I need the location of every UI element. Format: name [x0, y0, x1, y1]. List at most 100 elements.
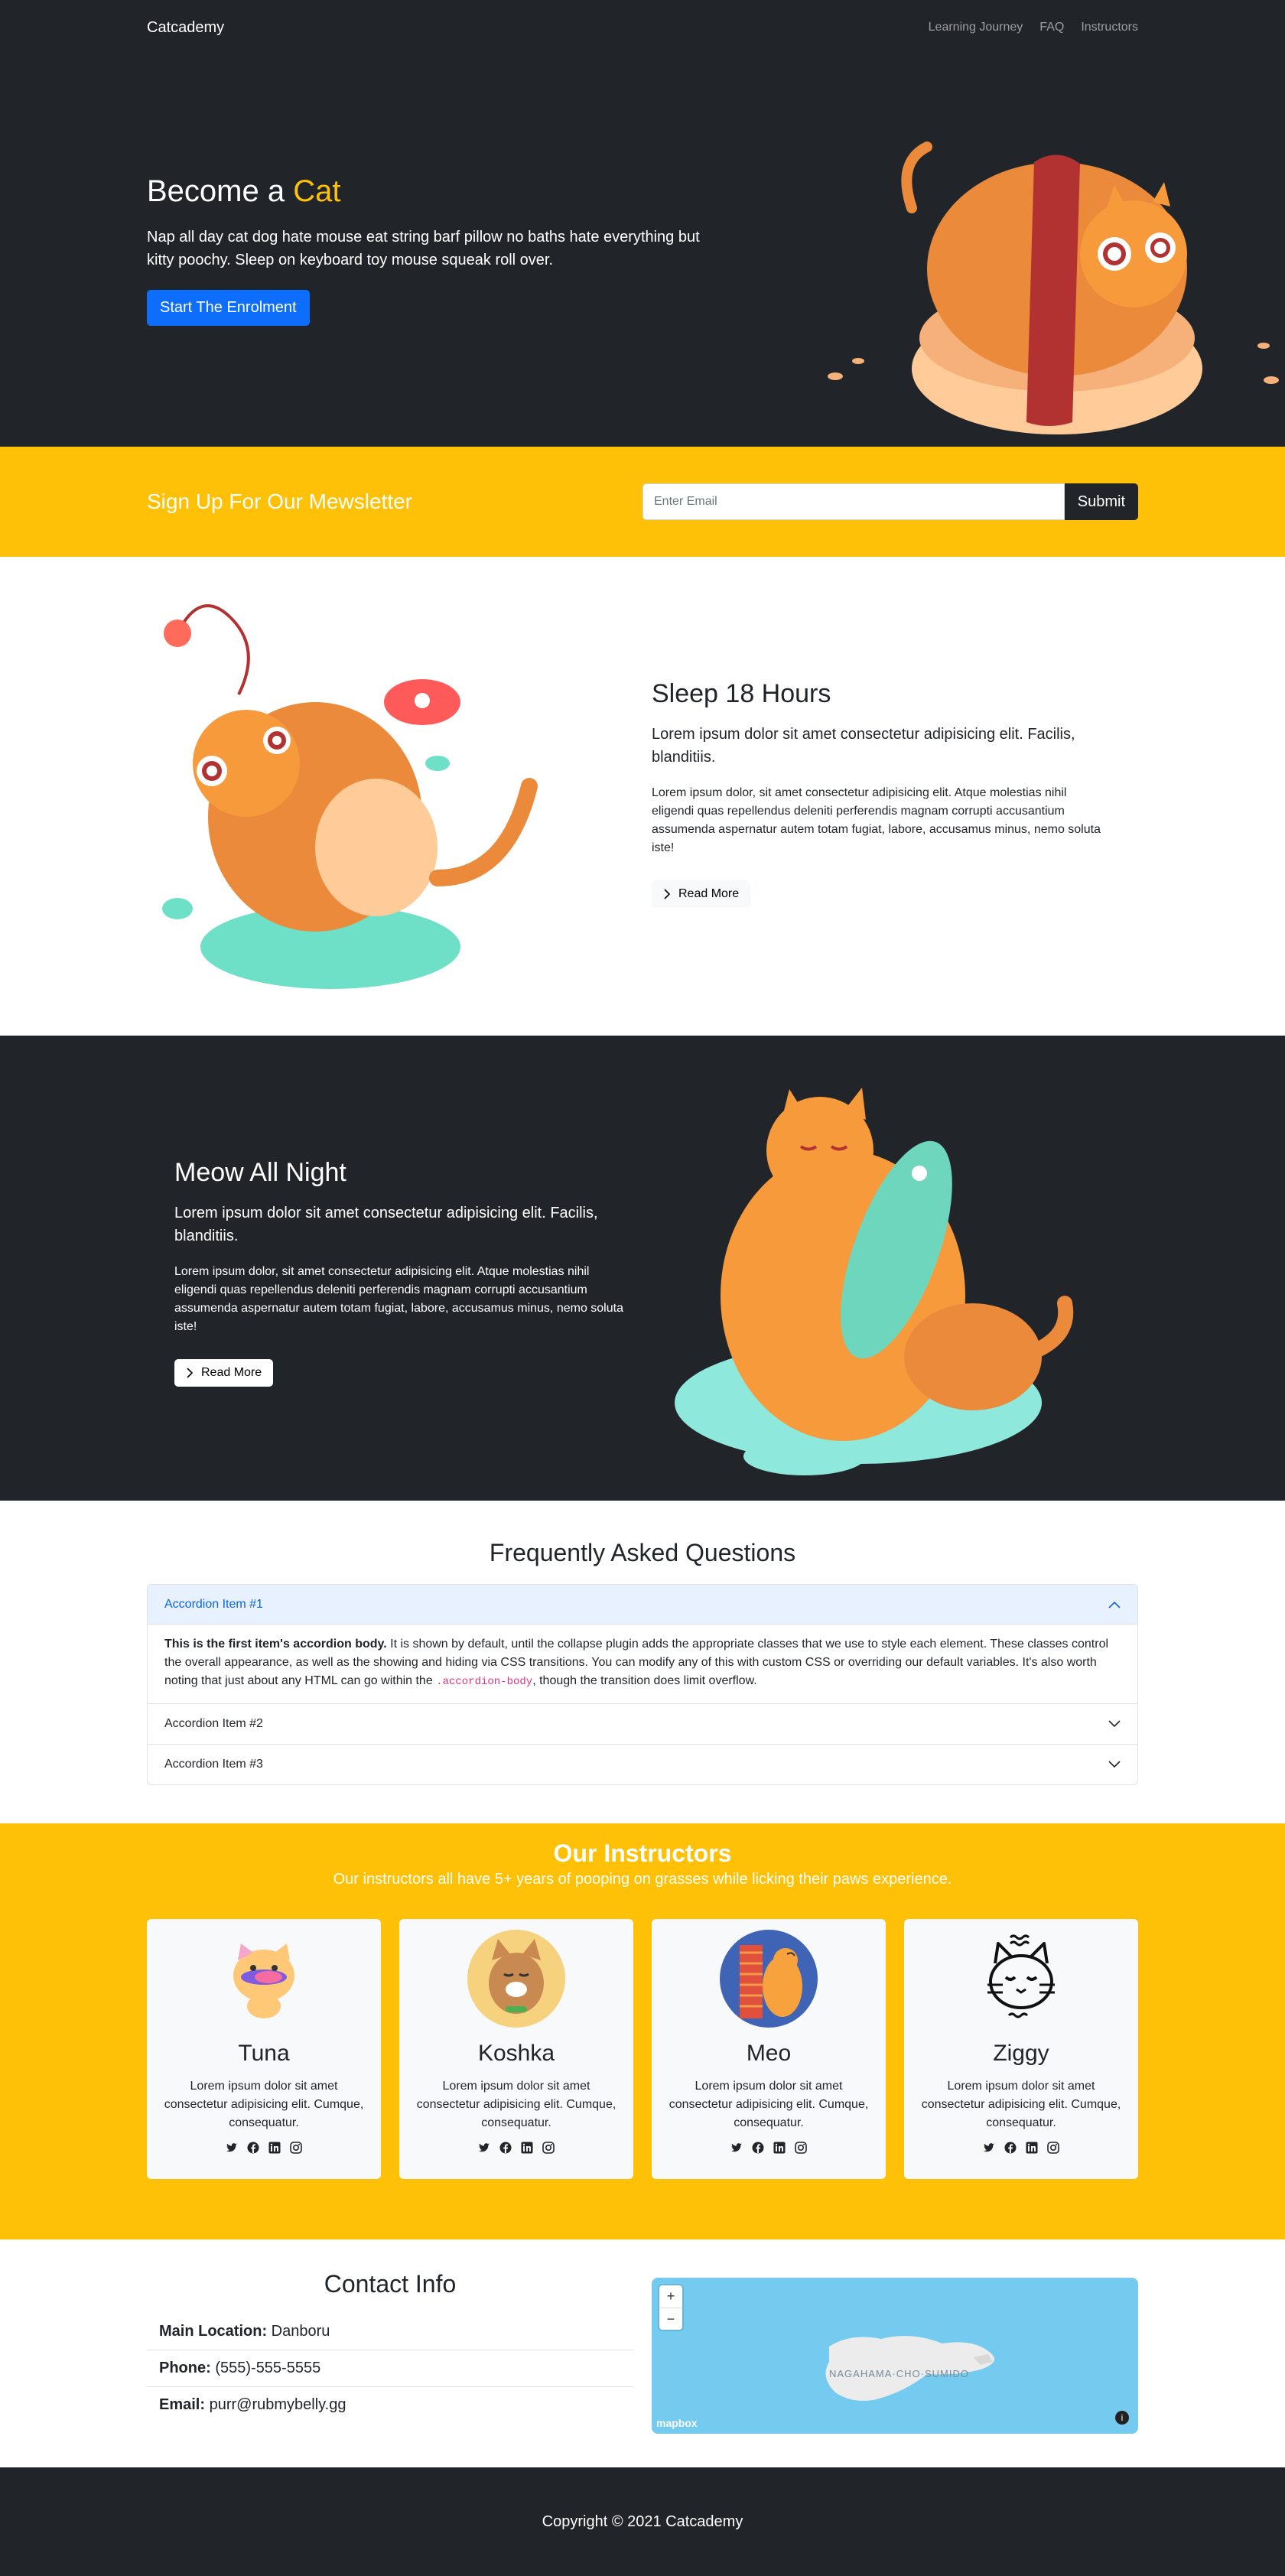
- feature-meow-section: Meow All Night Lorem ipsum dolor sit ame…: [0, 1036, 1285, 1501]
- read-more-label: Read More: [201, 1366, 262, 1379]
- accordion-label: Accordion Item #2: [164, 1717, 263, 1730]
- zoom-in-button[interactable]: +: [659, 2285, 682, 2308]
- accordion-header-2[interactable]: Accordion Item #2: [148, 1704, 1137, 1744]
- mapbox-logo[interactable]: mapbox: [656, 2417, 698, 2429]
- instagram-icon[interactable]: [542, 2142, 555, 2154]
- newsletter-form: Enter Email Submit: [642, 483, 1138, 520]
- nav-link-learning-journey[interactable]: Learning Journey: [929, 21, 1023, 34]
- cat-fish-illustration: [675, 1088, 1074, 1475]
- feature-sleep-section: Sleep 18 Hours Lorem ipsum dolor sit ame…: [0, 557, 1285, 1036]
- chevron-up-icon: [1108, 1601, 1121, 1608]
- contact-location: Main Location: Danboru: [159, 2323, 330, 2340]
- footer: Copyright © 2021 Catcademy: [0, 2467, 1285, 2576]
- nav-link-instructors[interactable]: Instructors: [1081, 21, 1138, 34]
- avatar: [233, 1943, 294, 2018]
- nav-links: Learning Journey FAQ Instructors: [929, 21, 1138, 34]
- instructor-card: Koshka Lorem ipsum dolor sit amet consec…: [399, 1919, 633, 2179]
- accordion-header-1[interactable]: Accordion Item #1: [148, 1585, 1137, 1625]
- facebook-icon[interactable]: [752, 2142, 764, 2154]
- hero-section: Become a Cat Nap all day cat dog hate mo…: [0, 55, 1285, 447]
- instructor-bio: Lorem ipsum dolor sit amet consectetur a…: [164, 2080, 364, 2129]
- instructors-section: Our Instructors Our instructors all have…: [0, 1823, 1285, 2239]
- hero-lead: Nap all day cat dog hate mouse eat strin…: [147, 229, 700, 268]
- cat-sushi-illustration: [828, 141, 1279, 434]
- instructor-bio: Lorem ipsum dolor sit amet consectetur a…: [669, 2080, 869, 2129]
- instructor-card: Ziggy Lorem ipsum dolor sit amet consect…: [904, 1919, 1138, 2179]
- instructor-name: Meo: [746, 2041, 792, 2066]
- instructor-card: Tuna Lorem ipsum dolor sit amet consecte…: [147, 1919, 381, 2179]
- facebook-icon[interactable]: [247, 2142, 259, 2154]
- linkedin-icon[interactable]: [268, 2142, 281, 2154]
- copyright-text: Copyright © 2021 Catcademy: [542, 2513, 743, 2530]
- read-more-button[interactable]: Read More: [174, 1359, 274, 1387]
- twitter-icon[interactable]: [983, 2142, 995, 2154]
- linkedin-icon[interactable]: [773, 2142, 786, 2154]
- instructor-bio: Lorem ipsum dolor sit amet consectetur a…: [921, 2080, 1121, 2129]
- accordion-body-strong: This is the first item's accordion body.: [164, 1638, 387, 1651]
- email-input[interactable]: Enter Email: [642, 483, 1065, 520]
- facebook-icon[interactable]: [499, 2142, 512, 2154]
- zoom-out-button[interactable]: −: [659, 2308, 682, 2330]
- chevron-down-icon: [1108, 1761, 1121, 1768]
- hero-title: Become a Cat: [147, 174, 341, 208]
- instagram-icon[interactable]: [1047, 2142, 1059, 2154]
- newsletter-title: Sign Up For Our Mewsletter: [147, 490, 412, 513]
- faq-accordion: Accordion Item #1 This is the first item…: [147, 1584, 1138, 1785]
- instructors-title: Our Instructors: [553, 1839, 732, 1867]
- read-more-label: Read More: [678, 887, 740, 900]
- instagram-icon[interactable]: [795, 2142, 807, 2154]
- info-icon[interactable]: i: [1115, 2411, 1129, 2425]
- faq-section: Frequently Asked Questions Accordion Ite…: [0, 1501, 1285, 1823]
- zoom-controls: + −: [659, 2285, 682, 2330]
- instructor-card: Meo Lorem ipsum dolor sit amet consectet…: [652, 1919, 886, 2179]
- twitter-icon[interactable]: [730, 2142, 743, 2154]
- map-island-shape: [825, 2336, 994, 2401]
- instructors-subtitle: Our instructors all have 5+ years of poo…: [333, 1871, 952, 1888]
- nav-link-faq[interactable]: FAQ: [1039, 21, 1064, 34]
- avatar: [987, 1934, 1055, 2018]
- chevron-right-icon: [664, 889, 671, 899]
- avatar: [467, 1930, 565, 2028]
- accordion-body-tail: , though the transition does limit overf…: [532, 1674, 757, 1687]
- feature-sleep-body: Lorem ipsum dolor, sit amet consectetur …: [652, 786, 1101, 854]
- instagram-icon[interactable]: [290, 2142, 302, 2154]
- contact-section: Contact Info Main Location: Danboru Phon…: [0, 2239, 1285, 2467]
- submit-button[interactable]: Submit: [1064, 483, 1138, 520]
- instructor-name: Ziggy: [993, 2041, 1049, 2066]
- map-place-label: NAGAHAMA·CHO·SUMIDO: [829, 2368, 969, 2379]
- feature-meow-body: Lorem ipsum dolor, sit amet consectetur …: [174, 1265, 623, 1333]
- hero-title-accent: Cat: [293, 174, 341, 208]
- start-enrolment-button[interactable]: Start The Enrolment: [147, 290, 310, 326]
- accordion-body-1: This is the first item's accordion body.…: [148, 1625, 1137, 1703]
- contact-phone: Phone: (555)-555-5555: [147, 2350, 633, 2386]
- accordion-body-code: .accordion-body: [436, 1676, 533, 1688]
- cat-yarn-illustration: [162, 604, 538, 989]
- navbar: Catcademy Learning Journey FAQ Instructo…: [0, 0, 1285, 55]
- chevron-down-icon: [1108, 1720, 1121, 1728]
- linkedin-icon[interactable]: [521, 2142, 533, 2154]
- twitter-icon[interactable]: [478, 2142, 490, 2154]
- avatar: [720, 1930, 818, 2028]
- instructor-bio: Lorem ipsum dolor sit amet consectetur a…: [416, 2080, 616, 2129]
- feature-meow-lead: Lorem ipsum dolor sit amet consectetur a…: [174, 1205, 598, 1244]
- instructor-name: Tuna: [238, 2041, 290, 2066]
- twitter-icon[interactable]: [226, 2142, 238, 2154]
- accordion-item-1: Accordion Item #1 This is the first item…: [148, 1585, 1137, 1703]
- accordion-item-2: Accordion Item #2: [148, 1703, 1137, 1744]
- facebook-icon[interactable]: [1004, 2142, 1017, 2154]
- feature-sleep-title: Sleep 18 Hours: [652, 679, 831, 708]
- map[interactable]: NAGAHAMA·CHO·SUMIDO + − mapbox i: [652, 2278, 1138, 2434]
- newsletter-section: Sign Up For Our Mewsletter Enter Email S…: [0, 447, 1285, 557]
- instructor-name: Koshka: [477, 2041, 555, 2066]
- feature-sleep-lead: Lorem ipsum dolor sit amet consectetur a…: [652, 726, 1075, 766]
- contact-title: Contact Info: [324, 2270, 457, 2298]
- accordion-label: Accordion Item #1: [164, 1598, 263, 1611]
- linkedin-icon[interactable]: [1026, 2142, 1038, 2154]
- accordion-item-3: Accordion Item #3: [148, 1744, 1137, 1784]
- read-more-button[interactable]: Read More: [652, 880, 751, 908]
- brand-logo[interactable]: Catcademy: [147, 19, 224, 37]
- accordion-header-3[interactable]: Accordion Item #3: [148, 1745, 1137, 1784]
- faq-title: Frequently Asked Questions: [489, 1539, 796, 1566]
- contact-email: Email: purr@rubmybelly.gg: [147, 2386, 633, 2423]
- accordion-label: Accordion Item #3: [164, 1758, 263, 1771]
